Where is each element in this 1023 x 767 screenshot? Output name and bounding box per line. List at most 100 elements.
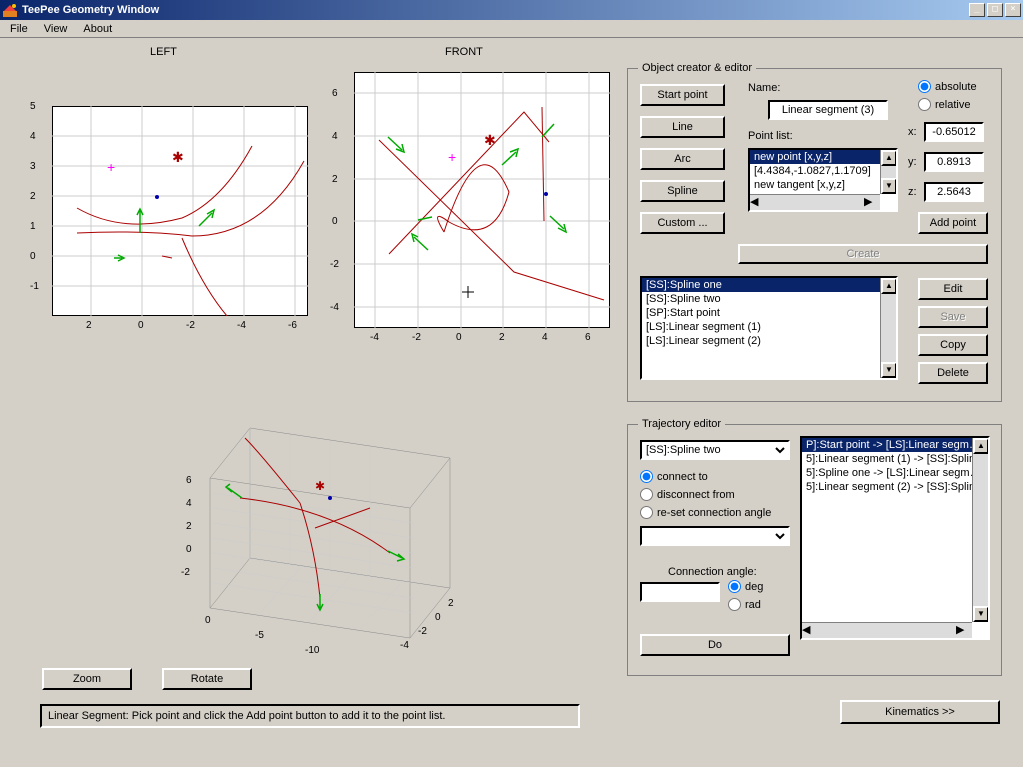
menu-view[interactable]: View (36, 21, 76, 37)
point-list-item[interactable]: new point [x,y,z] (750, 150, 896, 164)
name-label: Name: (748, 82, 780, 94)
copy-button[interactable]: Copy (918, 334, 988, 356)
scroll-up-icon[interactable]: ▲ (973, 438, 989, 454)
create-button: Create (738, 244, 988, 264)
scroll-up-icon[interactable]: ▲ (881, 278, 897, 294)
svg-text:✱: ✱ (172, 149, 184, 165)
x-input[interactable] (924, 122, 984, 142)
point-list-label: Point list: (748, 130, 793, 142)
name-input[interactable] (768, 100, 888, 120)
trajectory-list-item[interactable]: 5]:Linear segment (2) -> [SS]:Spline (802, 480, 988, 494)
object-list-item[interactable]: [LS]:Linear segment (2) (642, 334, 896, 348)
relative-radio[interactable]: relative (918, 98, 970, 111)
point-list[interactable]: new point [x,y,z] [4.4384,-1.0827,1.1709… (748, 148, 898, 212)
left-plot[interactable]: + ✱ 5 4 3 2 1 0 -1 2 0 -2 -4 -6 (30, 106, 310, 336)
front-plot[interactable]: + ✱ 6 4 2 0 -2 -4 -4 -2 0 2 4 6 (332, 72, 612, 352)
menu-about[interactable]: About (75, 21, 120, 37)
ytick: -1 (30, 281, 39, 292)
object-editor-panel: Object creator & editor Start point Line… (627, 62, 1002, 402)
scroll-left-icon[interactable]: ◀ (802, 623, 818, 639)
start-point-button[interactable]: Start point (640, 84, 725, 106)
window-title: TeePee Geometry Window (22, 4, 969, 16)
point-list-item[interactable]: new tangent [x,y,z] (750, 178, 896, 192)
scroll-right-icon[interactable]: ▶ (864, 195, 880, 211)
trajectory-list-item[interactable]: P]:Start point -> [LS]:Linear segment (802, 438, 988, 452)
line-button[interactable]: Line (640, 116, 725, 138)
ytick: 1 (30, 221, 36, 232)
ytick: 3 (30, 161, 36, 172)
minimize-button[interactable]: _ (969, 3, 985, 17)
edit-button[interactable]: Edit (918, 278, 988, 300)
svg-text:+: + (107, 159, 115, 175)
trajectory-list[interactable]: P]:Start point -> [LS]:Linear segment 5]… (800, 436, 990, 640)
scroll-up-icon[interactable]: ▲ (881, 150, 897, 166)
scroll-left-icon[interactable]: ◀ (750, 195, 766, 211)
object-list-item[interactable]: [LS]:Linear segment (1) (642, 320, 896, 334)
point-list-item[interactable]: [4.4384,-1.0827,1.1709] (750, 164, 896, 178)
rad-radio[interactable]: rad (728, 598, 761, 611)
do-button[interactable]: Do (640, 634, 790, 656)
deg-radio[interactable]: deg (728, 580, 763, 593)
menu-file[interactable]: File (2, 21, 36, 37)
ytick: 2 (30, 191, 36, 202)
x-label: x: (908, 126, 917, 138)
svg-text:✱: ✱ (484, 132, 496, 148)
absolute-radio[interactable]: absolute (918, 80, 977, 93)
svg-text:✱: ✱ (315, 479, 325, 493)
save-button: Save (918, 306, 988, 328)
scrollbar[interactable]: ◀▶ (750, 194, 880, 210)
svg-text:-4: -4 (400, 640, 409, 651)
trajectory-select[interactable]: [SS]:Spline two (640, 440, 790, 460)
xtick: -4 (370, 332, 379, 343)
ytick: 5 (30, 101, 36, 112)
z-label: z: (908, 186, 917, 198)
reset-angle-radio[interactable]: re-set connection angle (640, 506, 771, 519)
scrollbar[interactable]: ▲▼ (972, 438, 988, 622)
delete-button[interactable]: Delete (918, 362, 988, 384)
y-input[interactable] (924, 152, 984, 172)
maximize-button[interactable]: □ (987, 3, 1003, 17)
scrollbar[interactable]: ▲▼ (880, 150, 896, 194)
ytick: -2 (330, 259, 339, 270)
svg-text:4: 4 (186, 498, 192, 509)
ytick: 0 (332, 216, 338, 227)
scroll-down-icon[interactable]: ▼ (881, 178, 897, 194)
rotate-button[interactable]: Rotate (162, 668, 252, 690)
spline-button[interactable]: Spline (640, 180, 725, 202)
iso-plot[interactable]: ✱ 642 0-2 0-5-10 20-2-4 (150, 408, 470, 668)
zoom-button[interactable]: Zoom (42, 668, 132, 690)
objects-list[interactable]: [SS]:Spline one [SS]:Spline two [SP]:Sta… (640, 276, 898, 380)
disconnect-from-radio[interactable]: disconnect from (640, 488, 735, 501)
scrollbar[interactable]: ◀▶ (802, 622, 972, 638)
scrollbar[interactable]: ▲▼ (880, 278, 896, 378)
close-button[interactable]: × (1005, 3, 1021, 17)
trajectory-list-item[interactable]: 5]:Spline one -> [LS]:Linear segment (802, 466, 988, 480)
arc-button[interactable]: Arc (640, 148, 725, 170)
connection-angle-input[interactable] (640, 582, 720, 602)
add-point-button[interactable]: Add point (918, 212, 988, 234)
xtick: 2 (499, 332, 505, 343)
object-list-item[interactable]: [SS]:Spline two (642, 292, 896, 306)
ytick: 4 (332, 131, 338, 142)
trajectory-list-item[interactable]: 5]:Linear segment (1) -> [SS]:Spline (802, 452, 988, 466)
custom-button[interactable]: Custom ... (640, 212, 725, 234)
z-input[interactable] (924, 182, 984, 202)
svg-text:-2: -2 (181, 567, 190, 578)
object-list-item[interactable]: [SS]:Spline one (642, 278, 896, 292)
ytick: 2 (332, 174, 338, 185)
connection-angle-label: Connection angle: (668, 566, 757, 578)
ytick: 6 (332, 88, 338, 99)
kinematics-button[interactable]: Kinematics >> (840, 700, 1000, 724)
scroll-right-icon[interactable]: ▶ (956, 623, 972, 639)
scroll-down-icon[interactable]: ▼ (881, 362, 897, 378)
object-list-item[interactable]: [SP]:Start point (642, 306, 896, 320)
left-view-label: LEFT (150, 46, 177, 58)
svg-text:2: 2 (186, 521, 192, 532)
svg-text:2: 2 (448, 598, 454, 609)
scroll-down-icon[interactable]: ▼ (973, 606, 989, 622)
y-label: y: (908, 156, 917, 168)
connect-to-radio[interactable]: connect to (640, 470, 708, 483)
svg-text:-5: -5 (255, 630, 264, 641)
xtick: 6 (585, 332, 591, 343)
connection-target-select[interactable] (640, 526, 790, 546)
